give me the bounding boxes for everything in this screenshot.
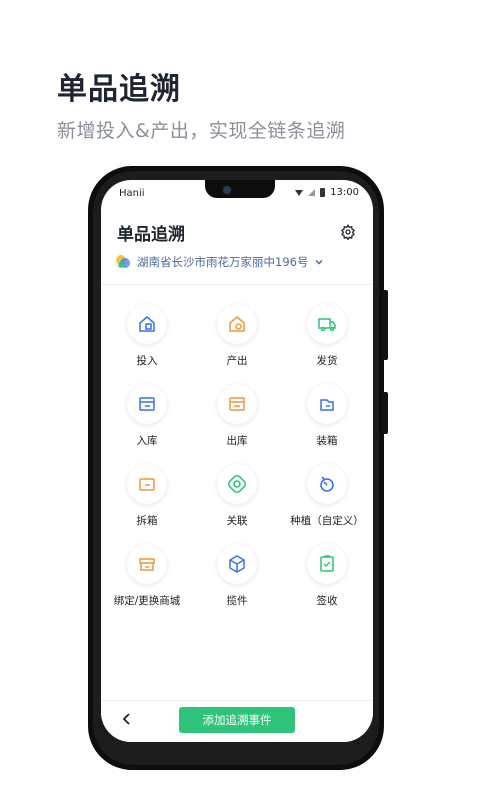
pack-icon-circle <box>307 384 347 424</box>
bottom-bar: 添加追溯事件 <box>101 700 373 742</box>
ship-icon-circle <box>307 304 347 344</box>
add-trace-event-button[interactable]: 添加追溯事件 <box>179 707 295 733</box>
grid-item-output[interactable]: 产出 <box>192 300 282 380</box>
grid-item-link[interactable]: 关联 <box>192 460 282 540</box>
grid-item-label: 揽件 <box>226 595 248 607</box>
grid-item-label: 装箱 <box>316 435 338 447</box>
location-icon <box>116 255 130 268</box>
truck-icon <box>318 318 336 332</box>
grid-item-label: 产出 <box>226 355 248 367</box>
sign-icon <box>320 555 334 572</box>
house-output-icon <box>229 316 245 332</box>
page-title: 单品追溯 <box>117 225 185 245</box>
grid-item-label: 投入 <box>136 355 158 367</box>
grid-item-label: 关联 <box>226 515 248 527</box>
grid-item-store[interactable]: 绑定/更换商城 <box>102 540 192 620</box>
box-pack-icon <box>320 399 334 411</box>
chevron-down-icon <box>315 259 323 265</box>
power-button <box>382 392 388 434</box>
grid-item-label: 出库 <box>226 435 248 447</box>
grid-item-label: 签收 <box>316 595 338 607</box>
stock-in-icon-circle <box>127 384 167 424</box>
hero-title: 单品追溯 <box>57 72 181 107</box>
gear-icon[interactable] <box>340 224 356 240</box>
pickup-icon-circle <box>217 544 257 584</box>
phone-screen: Hanii 13:00 单品追溯 湖南省长沙市雨花万家丽中196号 投入 产出 … <box>101 180 373 742</box>
store-icon-circle <box>127 544 167 584</box>
status-icons: 13:00 <box>295 187 359 198</box>
grid-item-label: 绑定/更换商城 <box>113 595 181 607</box>
box-unpack-icon <box>139 478 155 491</box>
location-text: 湖南省长沙市雨花万家丽中196号 <box>137 255 309 269</box>
grid-item-input[interactable]: 投入 <box>102 300 192 380</box>
status-bar: Hanii 13:00 <box>101 180 373 206</box>
grid-item-pack[interactable]: 装箱 <box>282 380 372 460</box>
store-icon <box>139 558 155 571</box>
hero-subtitle: 新增投入&产出，实现全链条追溯 <box>57 120 346 142</box>
signal-icon <box>308 189 316 196</box>
grid-item-plant[interactable]: 种植（自定义） <box>282 460 372 540</box>
link-icon-circle <box>217 464 257 504</box>
grid-item-label: 入库 <box>136 435 158 447</box>
battery-icon <box>320 188 326 197</box>
location-selector[interactable]: 湖南省长沙市雨花万家丽中196号 <box>115 254 324 270</box>
grid-item-pickup[interactable]: 揽件 <box>192 540 282 620</box>
stock-out-icon <box>229 397 245 411</box>
grid-item-sign[interactable]: 签收 <box>282 540 372 620</box>
back-arrow-icon[interactable] <box>119 711 135 727</box>
stock-in-icon <box>139 397 155 411</box>
plant-icon <box>320 476 334 492</box>
grid-item-unpack[interactable]: 拆箱 <box>102 460 192 540</box>
stock-out-icon-circle <box>217 384 257 424</box>
grid-item-stock-in[interactable]: 入库 <box>102 380 192 460</box>
grid-item-label: 种植（自定义） <box>290 515 364 527</box>
unpack-icon-circle <box>127 464 167 504</box>
package-icon <box>229 555 245 573</box>
grid-item-stock-out[interactable]: 出库 <box>192 380 282 460</box>
grid-item-ship[interactable]: 发货 <box>282 300 372 380</box>
house-input-icon <box>139 316 155 332</box>
grid-item-label: 发货 <box>316 355 338 367</box>
output-icon-circle <box>217 304 257 344</box>
wifi-icon <box>295 189 304 196</box>
link-icon <box>227 474 247 494</box>
grid-item-label: 拆箱 <box>136 515 158 527</box>
plant-icon-circle <box>307 464 347 504</box>
status-time: 13:00 <box>330 187 359 198</box>
input-icon-circle <box>127 304 167 344</box>
divider <box>101 284 373 285</box>
sign-icon-circle <box>307 544 347 584</box>
carrier-name: Hanii <box>119 188 145 199</box>
volume-button <box>382 290 388 360</box>
